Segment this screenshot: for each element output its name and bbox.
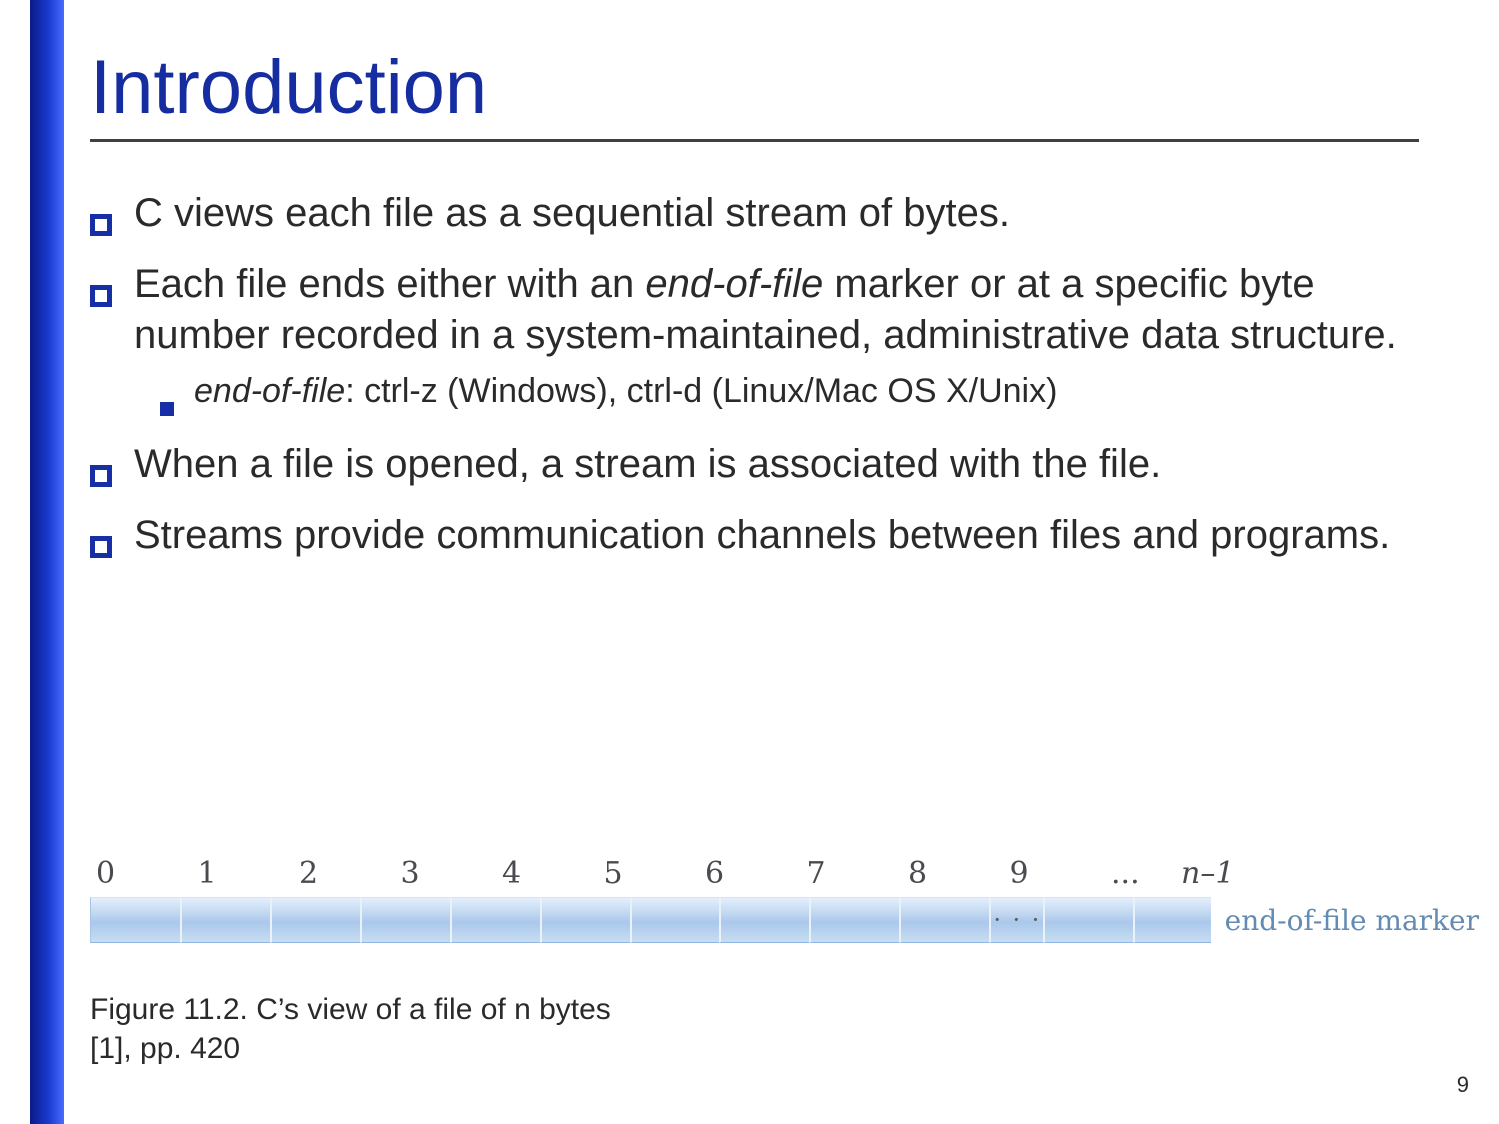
bullet-item-4: Streams provide communication channels b… <box>90 510 1459 571</box>
byte-cell <box>899 897 989 943</box>
byte-label: 0 <box>96 856 198 891</box>
byte-cells-row: · · · end-of-file marker <box>90 897 1479 943</box>
byte-cell <box>1043 897 1133 943</box>
byte-cell-ellipsis: · · · <box>989 897 1043 943</box>
bullet-item-1: C views each file as a sequential stream… <box>90 188 1459 249</box>
accent-bar <box>30 0 64 1124</box>
solid-square-icon <box>160 383 174 429</box>
bullet-item-3: When a file is opened, a stream is assoc… <box>90 439 1459 500</box>
page-number: 9 <box>1457 1072 1469 1098</box>
figure-caption: Figure 11.2. C’s view of a file of n byt… <box>90 990 611 1068</box>
title-underline <box>90 139 1419 142</box>
byte-label: 5 <box>604 856 706 891</box>
bullet-text-italic: end-of-file <box>645 262 823 306</box>
byte-label: 4 <box>502 856 604 891</box>
bullet-subtext-italic: end-of-file <box>194 372 345 410</box>
bullet-list: C views each file as a sequential stream… <box>90 188 1459 572</box>
byte-cell-eof <box>1133 897 1210 943</box>
byte-index-labels: 0 1 2 3 4 5 6 7 8 9 ... n–1 <box>96 856 1479 891</box>
byte-cell <box>540 897 630 943</box>
bullet-subitem-2-1: end-of-file: ctrl-z (Windows), ctrl-d (L… <box>160 369 1459 429</box>
hollow-square-icon <box>90 520 112 571</box>
slide-container: Introduction C views each file as a sequ… <box>0 0 1499 1124</box>
byte-cell <box>630 897 720 943</box>
byte-cell <box>360 897 450 943</box>
hollow-square-icon <box>90 449 112 500</box>
byte-label-ellipsis: ... <box>1111 856 1181 891</box>
bullet-text: Streams provide communication channels b… <box>134 510 1459 561</box>
byte-label: 2 <box>299 856 401 891</box>
byte-cell <box>809 897 899 943</box>
byte-cell <box>90 897 180 943</box>
byte-cell <box>450 897 540 943</box>
figure-caption-line1: Figure 11.2. C’s view of a file of n byt… <box>90 990 611 1029</box>
byte-label: 7 <box>807 856 909 891</box>
byte-label: 8 <box>908 856 1010 891</box>
hollow-square-icon <box>90 269 112 320</box>
byte-cell <box>180 897 270 943</box>
bullet-subtext: end-of-file: ctrl-z (Windows), ctrl-d (L… <box>194 369 1459 415</box>
bullet-text-segment: Each file ends either with an <box>134 262 645 306</box>
byte-label-n-minus-1: n–1 <box>1181 856 1281 891</box>
eof-label: end-of-file marker <box>1225 904 1479 937</box>
bullet-item-2: Each file ends either with an end-of-fil… <box>90 259 1459 361</box>
byte-label: 1 <box>198 856 300 891</box>
slide-title: Introduction <box>90 48 1459 129</box>
byte-label: 9 <box>1010 856 1112 891</box>
byte-label: 3 <box>401 856 503 891</box>
byte-label: 6 <box>705 856 807 891</box>
bullet-subtext-segment: : ctrl-z (Windows), ctrl-d (Linux/Mac OS… <box>345 372 1057 410</box>
hollow-square-icon <box>90 198 112 249</box>
figure-caption-line2: [1], pp. 420 <box>90 1029 611 1068</box>
byte-cell <box>270 897 360 943</box>
bullet-text: When a file is opened, a stream is assoc… <box>134 439 1459 490</box>
byte-label-n: n <box>1181 856 1200 891</box>
figure-byte-stream: 0 1 2 3 4 5 6 7 8 9 ... n–1 · · <box>90 856 1479 943</box>
byte-cell <box>719 897 809 943</box>
bullet-text: C views each file as a sequential stream… <box>134 188 1459 239</box>
bullet-text: Each file ends either with an end-of-fil… <box>134 259 1459 361</box>
content-area: Introduction C views each file as a sequ… <box>90 48 1459 579</box>
byte-label-minus-1: –1 <box>1200 856 1234 891</box>
